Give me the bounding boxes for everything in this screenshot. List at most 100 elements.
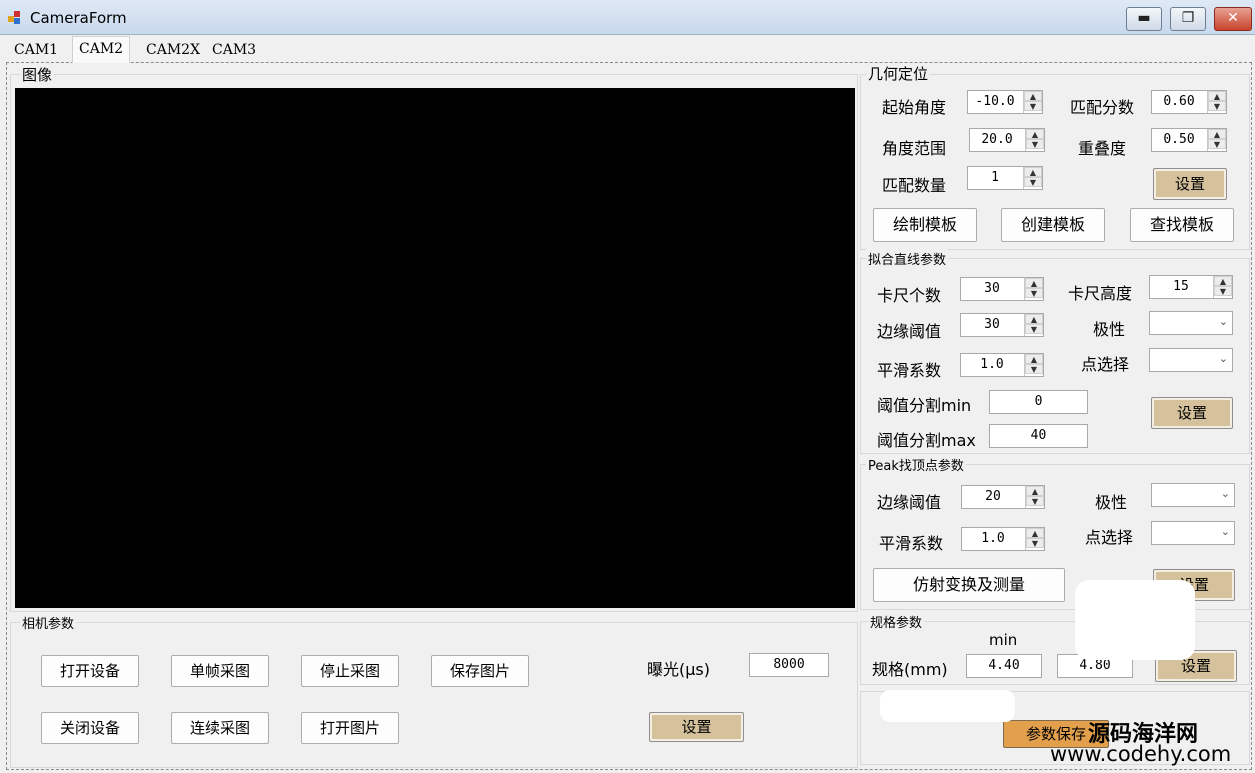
exposure-input[interactable]: 8000: [749, 653, 829, 677]
chevron-down-icon: ⌄: [1220, 525, 1230, 538]
overlap-label: 重叠度: [1078, 139, 1127, 158]
spin-down-icon: ▼: [1208, 139, 1226, 149]
spin-up-icon: ▲: [1024, 167, 1042, 177]
line-smooth-spinner[interactable]: 1.0 ▲ ▼: [960, 353, 1044, 377]
spin-down-icon: ▼: [1025, 288, 1043, 298]
spin-up-icon: ▲: [1208, 91, 1226, 101]
geo-set-button[interactable]: 设置: [1153, 168, 1227, 200]
angle-range-spinner[interactable]: 20.0 ▲ ▼: [969, 128, 1045, 152]
tab-cam3[interactable]: CAM3: [206, 38, 262, 62]
line-set-button[interactable]: 设置: [1151, 397, 1233, 429]
peak-polarity-dropdown[interactable]: ⌄: [1151, 483, 1235, 507]
start-angle-label: 起始角度: [882, 98, 947, 117]
thresh-max-label: 阈值分割max: [877, 431, 976, 450]
spin-down-icon: ▼: [1026, 538, 1044, 548]
spin-up-icon: ▲: [1025, 354, 1043, 364]
spin-up-icon: ▲: [1214, 276, 1232, 286]
occlusion-patch: [1075, 580, 1195, 660]
caliper-height-spinner[interactable]: 15 ▲ ▼: [1149, 275, 1233, 299]
chevron-down-icon: ⌄: [1218, 352, 1228, 365]
thresh-min-label: 阈值分割min: [877, 396, 972, 415]
match-score-spinner[interactable]: 0.60 ▲ ▼: [1151, 90, 1227, 114]
watermark-url: www.codehy.com: [1050, 742, 1232, 766]
spin-down-icon: ▼: [1214, 286, 1232, 296]
peak-edge-thresh-spinner[interactable]: 20 ▲ ▼: [961, 485, 1045, 509]
spin-down-icon: ▼: [1025, 364, 1043, 374]
spec-group-label: 规格参数: [868, 612, 925, 631]
line-polarity-dropdown[interactable]: ⌄: [1149, 311, 1233, 335]
spin-up-icon: ▲: [1025, 314, 1043, 324]
spin-down-icon: ▼: [1026, 496, 1044, 506]
spin-up-icon: ▲: [1026, 528, 1044, 538]
match-count-spinner[interactable]: 1 ▲ ▼: [967, 166, 1043, 190]
single-grab-button[interactable]: 单帧采图: [171, 655, 269, 687]
geo-group-label: 几何定位: [866, 63, 931, 84]
peak-smooth-spinner[interactable]: 1.0 ▲ ▼: [961, 527, 1045, 551]
spec-row-label: 规格(mm): [872, 660, 948, 679]
create-template-button[interactable]: 创建模板: [1001, 208, 1105, 242]
spec-min-label: min: [989, 631, 1018, 649]
camera-set-button[interactable]: 设置: [649, 712, 744, 742]
peak-group-label: Peak找顶点参数: [866, 455, 966, 474]
peak-edge-thresh-label: 边缘阈值: [877, 493, 942, 512]
thresh-max-input[interactable]: 40: [989, 424, 1088, 448]
spin-down-icon: ▼: [1024, 101, 1042, 111]
peak-smooth-label: 平滑系数: [879, 534, 944, 553]
tab-cam2[interactable]: CAM2: [72, 36, 131, 63]
peak-point-select-dropdown[interactable]: ⌄: [1151, 521, 1235, 545]
maximize-button[interactable]: ❐: [1170, 7, 1206, 31]
spin-down-icon: ▼: [1026, 139, 1044, 149]
match-count-label: 匹配数量: [882, 176, 947, 195]
spin-up-icon: ▲: [1026, 129, 1044, 139]
line-point-select-label: 点选择: [1081, 355, 1130, 374]
minimize-button[interactable]: ▬: [1126, 7, 1162, 31]
exposure-label: 曝光(μs): [647, 660, 711, 679]
line-smooth-label: 平滑系数: [877, 361, 942, 380]
peak-polarity-label: 极性: [1095, 493, 1128, 512]
spin-down-icon: ▼: [1208, 101, 1226, 111]
overlap-spinner[interactable]: 0.50 ▲ ▼: [1151, 128, 1227, 152]
chevron-down-icon: ⌄: [1220, 487, 1230, 500]
image-group-label: 图像: [20, 64, 55, 85]
start-angle-spinner[interactable]: -10.0 ▲ ▼: [967, 90, 1043, 114]
spin-up-icon: ▲: [1026, 486, 1044, 496]
chevron-down-icon: ⌄: [1218, 315, 1228, 328]
app-icon: [8, 11, 22, 25]
spin-up-icon: ▲: [1024, 91, 1042, 101]
close-button[interactable]: ✕: [1214, 7, 1252, 31]
tab-cam1[interactable]: CAM1: [8, 38, 64, 62]
line-polarity-label: 极性: [1093, 320, 1126, 339]
spin-down-icon: ▼: [1024, 177, 1042, 187]
spin-up-icon: ▲: [1025, 278, 1043, 288]
save-image-button[interactable]: 保存图片: [431, 655, 529, 687]
open-image-button[interactable]: 打开图片: [301, 712, 399, 744]
open-device-button[interactable]: 打开设备: [41, 655, 139, 687]
line-edge-thresh-spinner[interactable]: 30 ▲ ▼: [960, 313, 1044, 337]
peak-point-select-label: 点选择: [1085, 528, 1134, 547]
spin-up-icon: ▲: [1208, 129, 1226, 139]
title-bar: [0, 0, 1255, 35]
caliper-count-spinner[interactable]: 30 ▲ ▼: [960, 277, 1044, 301]
draw-template-button[interactable]: 绘制模板: [873, 208, 977, 242]
continuous-grab-button[interactable]: 连续采图: [171, 712, 269, 744]
image-display[interactable]: [15, 88, 855, 608]
camera-group-label: 相机参数: [20, 613, 77, 632]
line-edge-thresh-label: 边缘阈值: [877, 322, 942, 341]
caliper-count-label: 卡尺个数: [877, 286, 942, 305]
spin-down-icon: ▼: [1025, 324, 1043, 334]
spec-min-input[interactable]: 4.40: [966, 654, 1042, 678]
affine-measure-button[interactable]: 仿射变换及测量: [873, 568, 1065, 602]
line-group-label: 拟合直线参数: [866, 249, 949, 268]
window-title: CameraForm: [30, 9, 127, 27]
match-score-label: 匹配分数: [1070, 98, 1135, 117]
occlusion-patch: [880, 690, 1015, 722]
angle-range-label: 角度范围: [882, 139, 947, 158]
find-template-button[interactable]: 查找模板: [1130, 208, 1234, 242]
tab-cam2x[interactable]: CAM2X: [140, 38, 206, 62]
thresh-min-input[interactable]: 0: [989, 390, 1088, 414]
close-device-button[interactable]: 关闭设备: [41, 712, 139, 744]
camera-group: [10, 622, 858, 768]
line-point-select-dropdown[interactable]: ⌄: [1149, 348, 1233, 372]
stop-grab-button[interactable]: 停止采图: [301, 655, 399, 687]
caliper-height-label: 卡尺高度: [1068, 284, 1133, 303]
